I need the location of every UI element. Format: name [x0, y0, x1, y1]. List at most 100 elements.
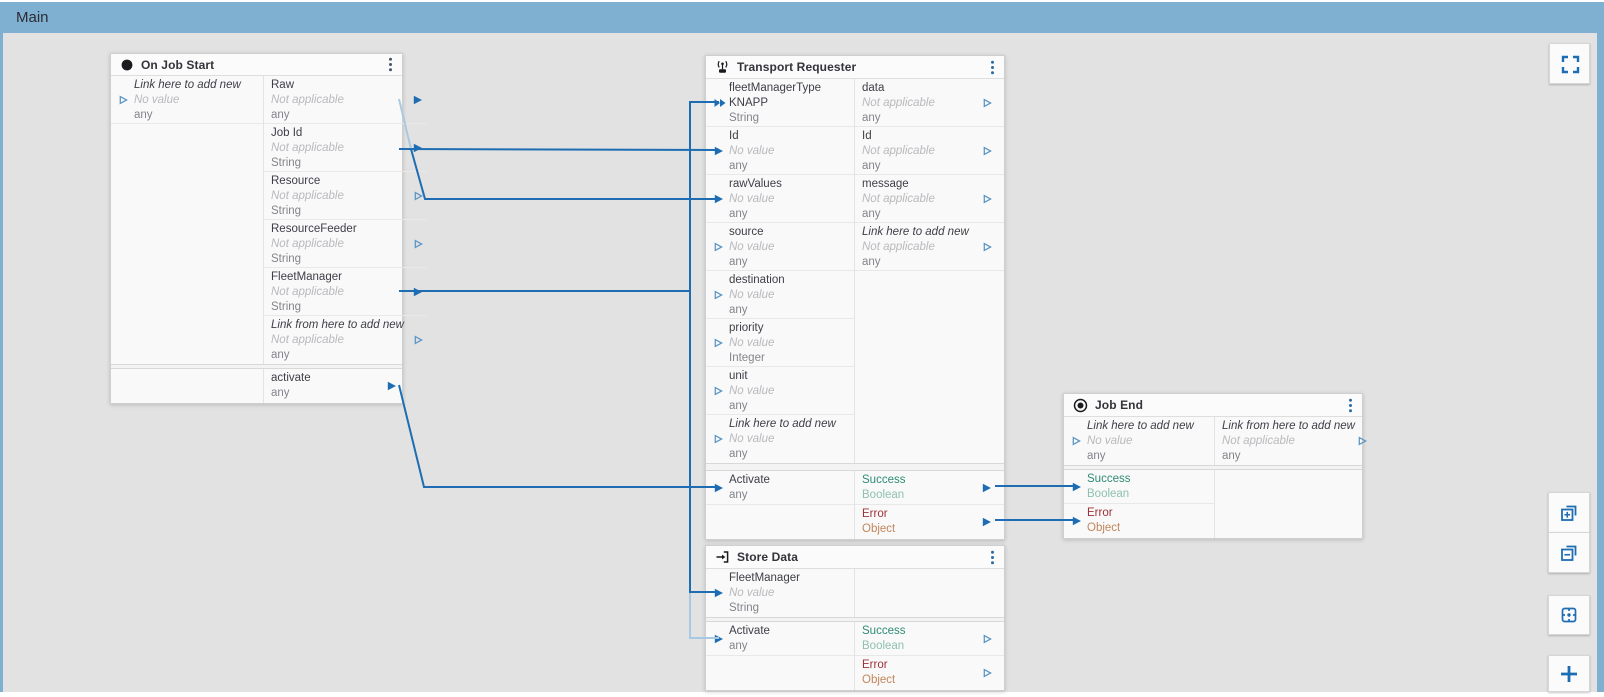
- port-arrow-out[interactable]: [983, 242, 992, 252]
- port-arrow-in[interactable]: [119, 95, 128, 105]
- port-arrow-out[interactable]: [414, 191, 423, 201]
- port-arrow-in[interactable]: [714, 338, 723, 348]
- port-row: Link here to add newNo valueany: [706, 415, 854, 463]
- port-value: Not applicable: [862, 192, 980, 207]
- port-type: String: [271, 204, 404, 219]
- fit-view-icon: [1559, 605, 1579, 625]
- port-row: Link from here to add newNot applicablea…: [264, 316, 428, 364]
- port-name: activate: [271, 371, 378, 386]
- node-transport-requester[interactable]: Transport RequesterfleetManagerTypeKNAPP…: [705, 55, 1005, 540]
- port-row: Activateany: [706, 622, 854, 656]
- port-arrow-out[interactable]: [983, 668, 992, 678]
- port-arrow-out[interactable]: [413, 143, 423, 153]
- port-type: Object: [862, 673, 980, 688]
- port-arrow-out[interactable]: [983, 634, 992, 644]
- node-store-data[interactable]: Store DataFleetManagerNo valueStringActi…: [705, 545, 1005, 691]
- port-arrow-out[interactable]: [983, 98, 992, 108]
- node-menu-button[interactable]: [388, 57, 393, 72]
- port-arrow-out[interactable]: [413, 95, 423, 105]
- port-name: Link from here to add new: [1222, 419, 1355, 434]
- job-end-icon: [1073, 398, 1088, 413]
- empty-cell: [855, 271, 1004, 463]
- port-type: any: [862, 255, 980, 270]
- port-arrow-in[interactable]: [714, 434, 723, 444]
- port-row: FleetManagerNo valueString: [706, 569, 854, 617]
- port-type: String: [271, 252, 404, 267]
- node-menu-button[interactable]: [990, 60, 995, 75]
- kebab-menu-icon: [388, 57, 393, 72]
- tab-main-label: Main: [16, 9, 49, 26]
- port-row: SuccessBoolean: [1064, 470, 1214, 504]
- port-value: No value: [729, 432, 854, 447]
- port-type: Boolean: [862, 639, 980, 654]
- port-name: FleetManager: [729, 571, 854, 586]
- port-row: SuccessBoolean: [855, 471, 1004, 505]
- port-value: No value: [134, 93, 263, 108]
- port-value: No value: [729, 288, 854, 303]
- port-name: Success: [1087, 472, 1214, 487]
- empty-cell: [706, 656, 854, 690]
- port-row: sourceNo valueany: [706, 223, 854, 271]
- empty-cell: [111, 369, 263, 403]
- zoom-in-button[interactable]: [1548, 492, 1590, 532]
- port-arrow-out[interactable]: [983, 146, 992, 156]
- port-row: IdNot applicableany: [855, 127, 1004, 175]
- port-arrow-out[interactable]: [982, 517, 992, 527]
- port-row: ErrorObject: [855, 656, 1004, 690]
- plus-icon: [1558, 663, 1580, 685]
- port-name: Job Id: [271, 126, 404, 141]
- connection-line[interactable]: [399, 149, 719, 150]
- port-value: No value: [729, 384, 854, 399]
- node-menu-button[interactable]: [1348, 398, 1353, 413]
- port-row: Job IdNot applicableString: [264, 124, 428, 172]
- port-row: Link from here to add newNot applicablea…: [1215, 417, 1379, 465]
- port-row: Link here to add newNot applicableany: [855, 223, 1004, 271]
- zoom-out-button[interactable]: [1548, 532, 1590, 573]
- node-job-end[interactable]: Job EndLink here to add newNo valueanyLi…: [1063, 393, 1363, 539]
- port-arrow-out[interactable]: [1358, 436, 1367, 446]
- port-name: priority: [729, 321, 854, 336]
- kebab-menu-icon: [990, 60, 995, 75]
- port-type: any: [729, 255, 854, 270]
- port-arrow-in[interactable]: [1072, 436, 1081, 446]
- node-menu-button[interactable]: [990, 550, 995, 565]
- port-row: Link here to add newNo valueany: [1064, 417, 1214, 465]
- port-row: messageNot applicableany: [855, 175, 1004, 223]
- node-on-job-start[interactable]: On Job StartLink here to add newNo value…: [110, 53, 403, 404]
- port-arrow-in[interactable]: [714, 290, 723, 300]
- port-type: any: [1087, 449, 1214, 464]
- port-arrow-out[interactable]: [982, 483, 992, 493]
- empty-cell: [1215, 470, 1362, 538]
- fit-view-button[interactable]: [1548, 595, 1590, 635]
- zoom-out-pages-icon: [1559, 543, 1579, 563]
- port-arrow-out[interactable]: [414, 335, 423, 345]
- port-value: Not applicable: [862, 96, 980, 111]
- port-value: No value: [729, 586, 854, 601]
- job-start-icon: [120, 58, 134, 72]
- section-divider: [706, 463, 1004, 471]
- port-type: any: [862, 159, 980, 174]
- port-arrow-in[interactable]: [714, 386, 723, 396]
- port-arrow-out[interactable]: [387, 381, 397, 391]
- port-arrow-in[interactable]: [714, 242, 723, 252]
- port-name: Link here to add new: [1087, 419, 1214, 434]
- port-row: Activateany: [706, 471, 854, 505]
- port-value: Not applicable: [1222, 434, 1355, 449]
- fullscreen-button[interactable]: [1549, 43, 1590, 84]
- port-name: fleetManagerType: [729, 81, 854, 96]
- port-row: destinationNo valueany: [706, 271, 854, 319]
- port-name: unit: [729, 369, 854, 384]
- port-arrow-out[interactable]: [983, 194, 992, 204]
- port-name: Link here to add new: [729, 417, 854, 432]
- port-row: Link here to add newNo valueany: [111, 76, 263, 124]
- port-arrow-out[interactable]: [414, 239, 423, 249]
- port-name: Link here to add new: [134, 78, 263, 93]
- port-name: data: [862, 81, 980, 96]
- port-value: No value: [729, 192, 854, 207]
- port-row: activateany: [264, 369, 402, 403]
- port-row: ResourceNot applicableString: [264, 172, 428, 220]
- port-value: Not applicable: [271, 333, 404, 348]
- port-type: any: [729, 639, 854, 654]
- port-type: any: [729, 159, 854, 174]
- add-node-button[interactable]: [1548, 655, 1590, 692]
